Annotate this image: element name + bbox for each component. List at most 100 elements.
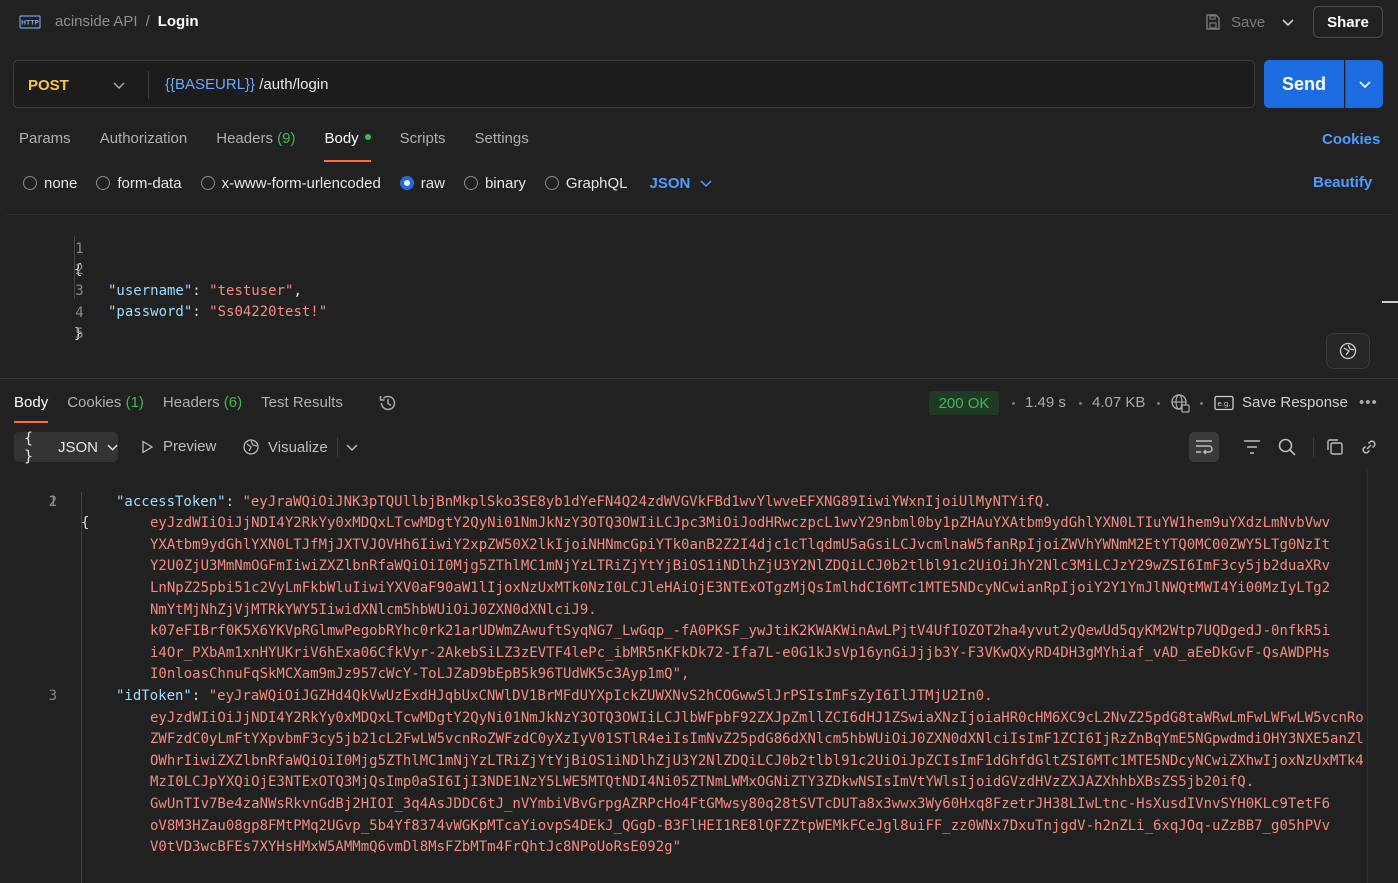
- response-time[interactable]: 1.49 s: [1025, 394, 1066, 411]
- send-options-button[interactable]: [1345, 60, 1383, 108]
- radio-circle-icon: [96, 176, 111, 190]
- code-text: eyJzdWIiOiJjNDI4Y2RkYy0xMDQxLTcwMDgtY2Qy…: [150, 708, 1364, 730]
- send-button[interactable]: Send: [1264, 60, 1344, 108]
- json-string: i4Or_PXbAm1xnHYUKriV6hExa06CfkVyr-2AkebS…: [150, 644, 1331, 661]
- radio-urlencoded[interactable]: x-www-form-urlencoded: [200, 174, 381, 192]
- tab-settings[interactable]: Settings: [475, 130, 529, 154]
- tab-label: Headers: [162, 394, 220, 411]
- status-badge[interactable]: 200 OK: [929, 391, 999, 415]
- svg-text:e.g.: e.g.: [1217, 400, 1230, 408]
- code-text: GwUnTIv7Be4zaNWsRkvnGdBj2HIOI_3q4AsJDDC6…: [150, 794, 1330, 816]
- response-size[interactable]: 4.07 KB: [1092, 394, 1145, 411]
- indent-guide: [81, 492, 82, 883]
- json-key: "password": [108, 304, 193, 320]
- visualize-button[interactable]: Visualize: [242, 438, 328, 456]
- visualize-label: Visualize: [268, 438, 328, 456]
- url-path: /auth/login: [255, 76, 329, 93]
- radio-raw[interactable]: raw: [399, 175, 445, 192]
- radio-checked-icon: [399, 176, 414, 190]
- link-icon[interactable]: [1359, 437, 1379, 457]
- play-icon: [142, 439, 154, 454]
- format-label: JSON: [57, 438, 98, 456]
- save-response-button[interactable]: e.g. Save Response: [1214, 394, 1348, 411]
- preview-button[interactable]: Preview: [140, 438, 216, 455]
- json-string: "eyJraWQiOiJNK3pTQUllbjBnMkplSko3SE8yb1d…: [242, 493, 1052, 510]
- filter-icon[interactable]: [1242, 437, 1262, 457]
- tab-response-body[interactable]: Body: [14, 394, 49, 423]
- radio-circle-icon: [200, 176, 215, 190]
- save-button[interactable]: Save: [1204, 11, 1265, 33]
- tab-authorization[interactable]: Authorization: [100, 130, 188, 154]
- history-icon[interactable]: [378, 393, 398, 413]
- tab-label: Headers: [216, 130, 273, 147]
- json-string: oV8M3HZau08gp8FMtPMq2UGvp_5b4Yf8374vWGKp…: [150, 817, 1331, 834]
- response-format-select[interactable]: { } JSON: [14, 429, 118, 465]
- breadcrumb-collection[interactable]: acinside API: [55, 13, 138, 30]
- body-type-selector: none form-data x-www-form-urlencoded raw…: [23, 173, 712, 193]
- divider: [148, 71, 149, 99]
- pane-divider[interactable]: [0, 378, 1398, 379]
- tab-scripts[interactable]: Scripts: [400, 130, 446, 154]
- network-globe-icon[interactable]: [1170, 393, 1190, 413]
- scrollbar[interactable]: [1367, 470, 1383, 883]
- ai-assist-button[interactable]: [1326, 333, 1370, 369]
- code-text: OWhrIiwiZXZlbnRfaWQiOiI0Mjg5ZThlMC1mNjYz…: [150, 751, 1364, 773]
- radio-binary[interactable]: binary: [463, 175, 526, 192]
- json-string: eyJzdWIiOiJjNDI4Y2RkYy0xMDQxLTcwMDgtY2Qy…: [150, 709, 1364, 726]
- chevron-down-icon[interactable]: [112, 78, 126, 92]
- wrap-lines-icon: [1196, 440, 1213, 455]
- json-key: "username": [108, 283, 193, 299]
- copy-icon[interactable]: [1325, 437, 1345, 457]
- json-string: ZWFzdC0yLmFtYXpvbmF3cy5jb21cL2FwLW5vcnRo…: [150, 731, 1364, 748]
- request-name[interactable]: Login: [158, 13, 199, 30]
- request-body-editor[interactable]: 1 { 2 "username": "testuser", 3 "passwor…: [6, 214, 1398, 374]
- code-text: I0nloasChnuFqSkMCXam9mJz957cWcY-ToLJZaD9…: [150, 664, 689, 686]
- search-icon[interactable]: [1277, 437, 1297, 457]
- tab-response-headers[interactable]: Headers (6): [163, 394, 242, 416]
- code-text: oV8M3HZau08gp8FMtPMq2UGvp_5b4Yf8374vWGKp…: [150, 816, 1330, 838]
- tab-params[interactable]: Params: [19, 130, 71, 154]
- code-line: 4 }: [6, 282, 84, 342]
- line-number: 2: [48, 493, 57, 510]
- tab-body[interactable]: Body: [324, 130, 371, 162]
- chevron-down-icon[interactable]: [1280, 14, 1296, 30]
- code-line: 5: [6, 303, 83, 342]
- more-options-icon[interactable]: •••: [1359, 394, 1378, 411]
- tab-response-cookies[interactable]: Cookies (1): [67, 394, 144, 416]
- separator-dot: [1200, 402, 1203, 405]
- line-number: 3: [48, 688, 57, 704]
- code-text: "accessToken": "eyJraWQiOiJNK3pTQUllbjBn…: [116, 493, 1052, 510]
- code-text: {: [81, 515, 90, 532]
- response-tabs: Body Cookies (1) Headers (6) Test Result…: [14, 394, 362, 423]
- breadcrumb: acinside API / Login: [55, 13, 199, 30]
- url-input[interactable]: {{BASEURL}} /auth/login: [165, 76, 328, 93]
- response-body-viewer[interactable]: 1 { 2 "accessToken": "eyJraWQiOiJNK3pTQUl…: [0, 470, 1398, 883]
- code-text: YXAtbm9ydGhlYXN0LTJfMjJXTVJOVHh6IiwiY2xp…: [150, 535, 1330, 557]
- json-string: "eyJraWQiOiJGZHd4QkVwUzExdHJqbUxCNWlDV1B…: [208, 688, 993, 704]
- chevron-down-icon[interactable]: [345, 440, 359, 454]
- json-string: I0nloasChnuFqSkMCXam9mJz957cWcY-ToLJZaD9…: [150, 666, 690, 683]
- breadcrumb-separator: /: [145, 13, 150, 30]
- tab-test-results[interactable]: Test Results: [261, 394, 343, 416]
- separator-dot: [1157, 402, 1160, 405]
- preview-label: Preview: [163, 438, 217, 455]
- code-text: NmYtMjNhZjVjMTRkYWY5IiwidXNlcm5hbWUiOiJ0…: [150, 600, 597, 622]
- radio-none[interactable]: none: [23, 175, 77, 192]
- code-text: eyJzdWIiOiJjNDI4Y2RkYy0xMDQxLTcwMDgtY2Qy…: [150, 513, 1330, 535]
- beautify-link[interactable]: Beautify: [1313, 174, 1372, 191]
- line-number: 1: [75, 241, 84, 257]
- json-key: "idToken": [116, 688, 192, 704]
- tab-headers[interactable]: Headers (9): [216, 130, 295, 154]
- language-select[interactable]: JSON: [650, 175, 713, 192]
- radio-graphql[interactable]: GraphQL: [544, 175, 628, 192]
- radio-form-data[interactable]: form-data: [96, 175, 182, 192]
- method-select[interactable]: POST: [28, 77, 69, 94]
- cookies-link[interactable]: Cookies: [1322, 131, 1380, 148]
- radio-label: x-www-form-urlencoded: [221, 174, 381, 192]
- json-string: "testuser": [209, 283, 294, 299]
- scrollbar[interactable]: [1382, 301, 1398, 303]
- line-number: 2: [75, 262, 84, 278]
- share-button[interactable]: Share: [1313, 6, 1383, 38]
- json-string: eyJzdWIiOiJjNDI4Y2RkYy0xMDQxLTcwMDgtY2Qy…: [150, 515, 1331, 532]
- url-bar: POST {{BASEURL}} /auth/login: [13, 60, 1255, 108]
